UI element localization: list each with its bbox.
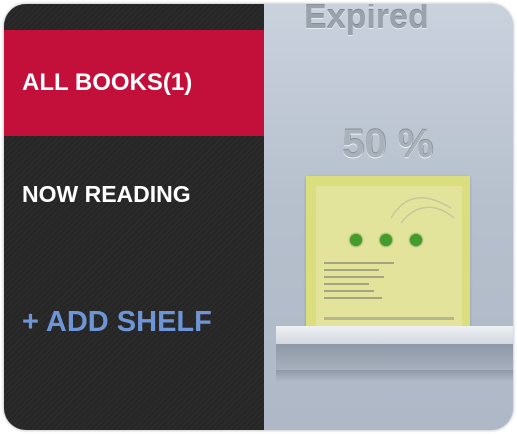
download-progress-text: 50 % xyxy=(342,122,434,166)
shelf-plank-front xyxy=(276,344,513,370)
shelf-plank-top xyxy=(276,326,513,344)
sidebar: ALL BOOKS(1) NOW READING + ADD SHELF xyxy=(4,4,264,430)
cover-text-lines xyxy=(324,262,394,304)
book-cover[interactable] xyxy=(306,176,470,334)
sidebar-item-label: ALL BOOKS(1) xyxy=(22,69,193,96)
app-frame: ALL BOOKS(1) NOW READING + ADD SHELF Exp… xyxy=(4,4,513,430)
sidebar-item-now-reading[interactable]: NOW READING xyxy=(4,164,264,224)
loading-dot-2 xyxy=(380,234,392,246)
add-shelf-button[interactable]: + ADD SHELF xyxy=(4,292,264,352)
bookshelf: Expired 50 % xyxy=(264,4,513,430)
sidebar-item-all-books[interactable]: ALL BOOKS(1) xyxy=(4,30,264,136)
shelf-shadow xyxy=(276,370,513,382)
sidebar-item-label: NOW READING xyxy=(22,180,191,207)
cover-ornament xyxy=(390,197,455,224)
loading-dot-3 xyxy=(410,234,422,246)
cover-footer-line xyxy=(324,317,454,320)
expired-status: Expired xyxy=(304,4,429,36)
add-shelf-label: + ADD SHELF xyxy=(22,305,212,338)
loading-dot-1 xyxy=(350,234,362,246)
book-cover-art xyxy=(316,186,462,326)
